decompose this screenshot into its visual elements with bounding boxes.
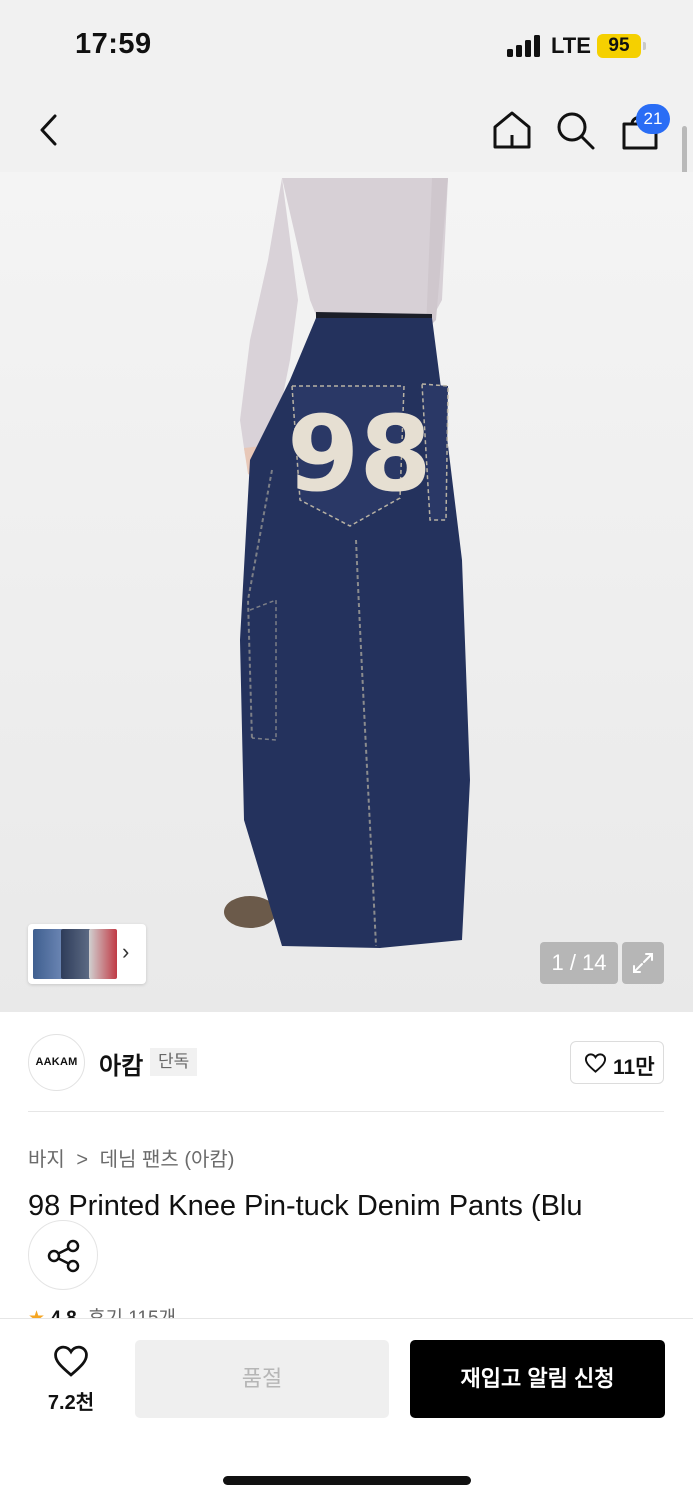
home-indicator[interactable] (223, 1476, 471, 1485)
wishlist-count: 7.2천 (47, 1392, 95, 1414)
brand-like-count: 11만 (613, 1056, 655, 1079)
brand-logo[interactable]: AAKAM (28, 1034, 85, 1091)
breadcrumb-separator: > (76, 1149, 89, 1171)
brand-like-button[interactable]: 11만 (570, 1041, 664, 1084)
share-button[interactable] (28, 1220, 98, 1290)
exclusive-badge: 단독 (150, 1048, 198, 1076)
signal-icon (507, 35, 543, 57)
cart-count-badge: 21 (636, 104, 670, 134)
network-label: LTE (551, 33, 591, 58)
heart-icon (54, 1345, 88, 1377)
share-icon (47, 1239, 80, 1273)
pants-print-text: 98 (287, 393, 432, 515)
product-title: 98 Printed Knee Pin-tuck Denim Pants (Bl… (28, 1190, 583, 1222)
wishlist-button[interactable]: 7.2천 (36, 1342, 106, 1416)
status-bar: 17:59 LTE 95 (0, 0, 693, 92)
brand-name[interactable]: 아캄 (99, 1046, 143, 1081)
status-time: 17:59 (75, 28, 152, 60)
chevron-right-icon[interactable]: › (122, 939, 129, 965)
divider (28, 1111, 664, 1112)
thumbnail-3[interactable] (89, 929, 117, 979)
product-photo: 98 (224, 178, 470, 948)
image-page-indicator: 1 / 14 (540, 942, 618, 984)
thumbnail-1[interactable] (33, 929, 63, 979)
top-navigation (0, 92, 693, 172)
soldout-button: 품절 (135, 1340, 389, 1418)
product-image[interactable]: 98 (0, 172, 693, 1012)
restock-alert-button[interactable]: 재입고 알림 신청 (410, 1340, 665, 1418)
thumbnail-2[interactable] (61, 929, 91, 979)
expand-icon[interactable] (622, 942, 664, 984)
home-icon[interactable] (490, 108, 534, 152)
battery-icon: 95 (597, 34, 641, 58)
search-icon[interactable] (553, 108, 597, 152)
heart-icon (584, 1053, 607, 1073)
thumbnail-strip[interactable]: › (28, 924, 146, 984)
breadcrumb: 바지 > 데님 팬츠 (아캄) (28, 1143, 240, 1172)
breadcrumb-subcategory[interactable]: 데님 팬츠 (아캄) (100, 1149, 235, 1171)
breadcrumb-category[interactable]: 바지 (28, 1149, 65, 1171)
battery-tip (643, 42, 646, 50)
back-icon[interactable] (28, 108, 72, 152)
